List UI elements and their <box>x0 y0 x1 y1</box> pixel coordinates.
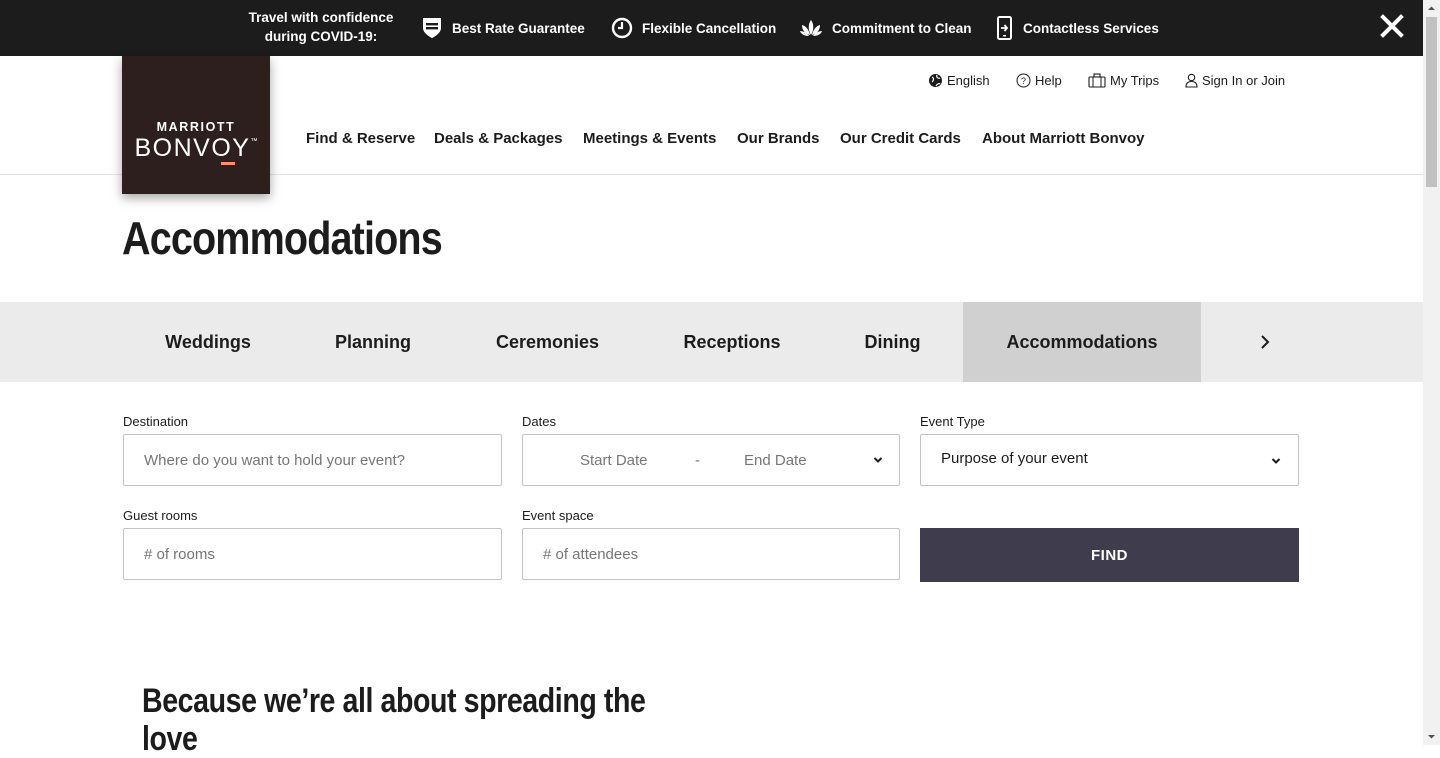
phone-icon <box>997 16 1012 40</box>
covid-item-label: Flexible Cancellation <box>642 20 777 36</box>
trademark-icon: ™ <box>250 138 258 145</box>
covid-item-best-rate[interactable]: Best Rate Guarantee <box>421 0 585 56</box>
nav-deals-packages[interactable]: Deals & Packages <box>434 130 562 147</box>
util-nav-sign-in[interactable]: Sign In or Join <box>1185 70 1285 90</box>
help-icon: ? <box>1016 73 1031 87</box>
event-type-label: Event Type <box>920 414 985 429</box>
section-heading: Because we’re all about spreading the lo… <box>142 682 646 758</box>
scroll-up-icon[interactable] <box>1423 0 1440 17</box>
tab-receptions[interactable]: Receptions <box>642 302 822 382</box>
util-nav-label: English <box>947 72 990 88</box>
nav-find-reserve[interactable]: Find & Reserve <box>306 130 415 147</box>
page-scrollbar[interactable] <box>1423 0 1440 745</box>
chevron-right-icon <box>1261 335 1270 349</box>
event-space-field <box>522 528 900 580</box>
find-button[interactable]: FIND <box>920 528 1299 582</box>
nav-our-brands[interactable]: Our Brands <box>737 130 820 147</box>
scroll-down-icon[interactable] <box>1423 728 1440 745</box>
user-icon <box>1185 73 1198 88</box>
page-title: Accommodations <box>122 212 443 264</box>
covid-item-contactless-services[interactable]: Contactless Services <box>996 0 1159 56</box>
shield-icon <box>423 18 441 38</box>
event-type-value: Purpose of your event <box>941 450 1088 467</box>
start-date: Start Date <box>580 452 648 469</box>
covid-intro: Travel with confidence during COVID-19: <box>246 8 396 46</box>
nav-about-marriott-bonvoy[interactable]: About Marriott Bonvoy <box>982 130 1145 147</box>
globe-icon <box>929 73 942 87</box>
section-tabs: Weddings Planning Ceremonies Receptions … <box>0 302 1423 382</box>
logo-line2: BONVOY™ <box>122 134 270 163</box>
destination-label: Destination <box>123 414 189 429</box>
util-nav-label: Sign In or Join <box>1202 72 1286 88</box>
covid-item-commitment-to-clean[interactable]: Commitment to Clean <box>799 0 972 56</box>
destination-field <box>123 434 502 486</box>
destination-input[interactable] <box>124 435 501 485</box>
util-nav-my-trips[interactable]: My Trips <box>1088 70 1159 90</box>
event-space-input[interactable] <box>523 529 899 579</box>
tab-dining[interactable]: Dining <box>822 302 963 382</box>
guest-rooms-input[interactable] <box>124 529 501 579</box>
logo-line1: MARRIOTT <box>156 120 236 134</box>
covid-intro-line1: Travel with confidence <box>248 10 394 25</box>
tab-weddings[interactable]: Weddings <box>123 302 293 382</box>
guest-rooms-label: Guest rooms <box>123 508 198 523</box>
end-date: End Date <box>744 452 807 469</box>
guest-rooms-field <box>123 528 502 580</box>
svg-text:?: ? <box>1021 76 1026 86</box>
util-nav-language[interactable]: English <box>928 70 990 90</box>
chevron-down-icon <box>1271 458 1281 464</box>
covid-intro-line2: during COVID-19: <box>264 29 378 44</box>
util-nav-help[interactable]: ? Help <box>1016 70 1062 90</box>
tab-accommodations[interactable]: Accommodations <box>963 302 1201 382</box>
covid-item-flexible-cancellation[interactable]: Flexible Cancellation <box>611 0 776 56</box>
chevron-down-icon <box>873 457 883 463</box>
util-nav-label: My Trips <box>1110 72 1160 88</box>
scrollbar-thumb[interactable] <box>1426 17 1437 187</box>
tabs-next-button[interactable] <box>1245 324 1285 360</box>
dates-picker[interactable]: Start Date - End Date <box>522 434 900 486</box>
nav-our-credit-cards[interactable]: Our Credit Cards <box>840 130 961 147</box>
dates-label: Dates <box>522 414 556 429</box>
event-space-label: Event space <box>522 508 594 523</box>
util-nav-label: Help <box>1035 72 1062 88</box>
logo-wordmark: BONVOY <box>134 134 251 162</box>
covid-item-label: Best Rate Guarantee <box>452 20 585 36</box>
date-separator: - <box>695 452 700 469</box>
marriott-bonvoy-logo[interactable]: MARRIOTT BONVOY™ <box>122 56 270 194</box>
clock-icon <box>611 17 633 39</box>
close-icon[interactable] <box>1378 12 1406 40</box>
covid-banner: Travel with confidence during COVID-19: … <box>0 0 1423 56</box>
event-type-select[interactable]: Purpose of your event <box>920 434 1299 486</box>
covid-item-label: Contactless Services <box>1023 20 1159 36</box>
covid-item-label: Commitment to Clean <box>832 20 972 36</box>
tab-ceremonies[interactable]: Ceremonies <box>453 302 642 382</box>
nav-meetings-events[interactable]: Meetings & Events <box>583 130 716 147</box>
tab-planning[interactable]: Planning <box>293 302 453 382</box>
suitcase-icon <box>1088 72 1106 88</box>
lotus-icon <box>800 20 822 36</box>
logo-accent-bar <box>221 162 235 165</box>
